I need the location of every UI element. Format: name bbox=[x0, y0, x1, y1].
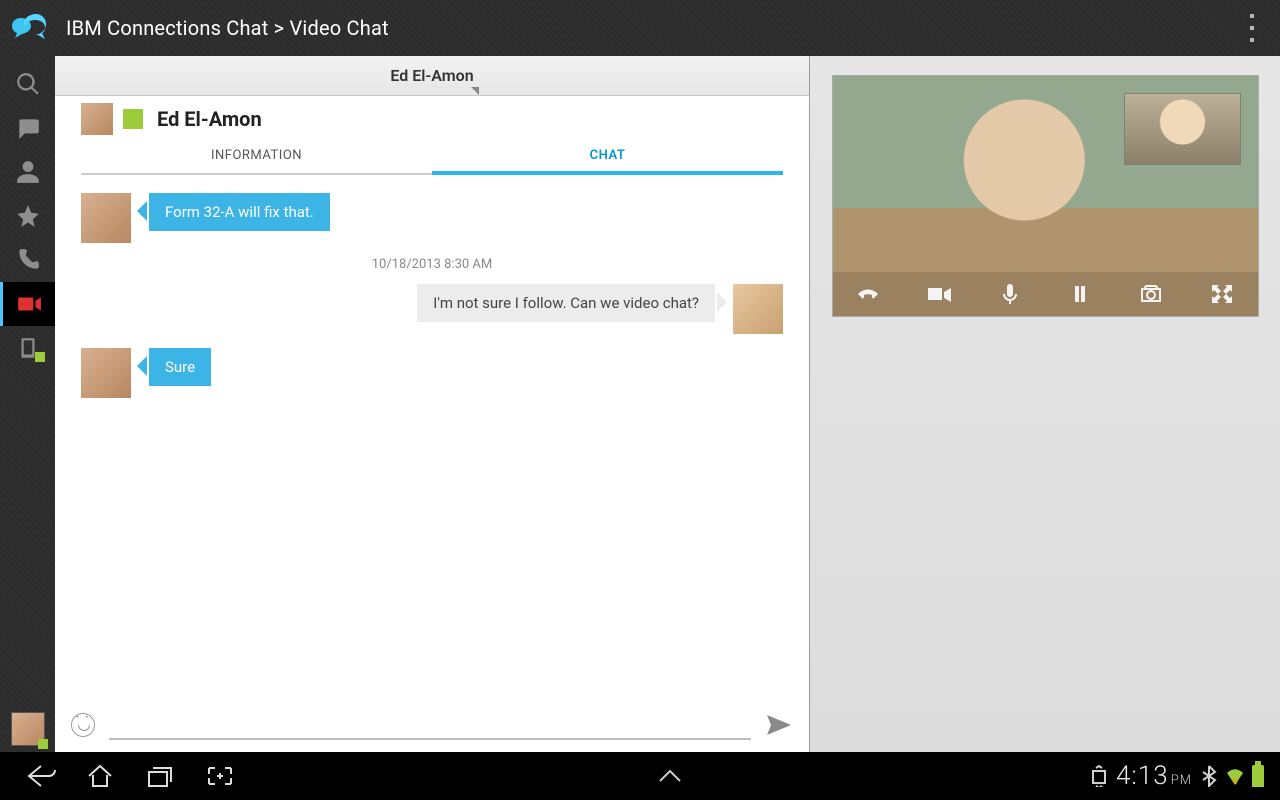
message-bubble: I'm not sure I follow. Can we video chat… bbox=[417, 284, 715, 322]
switch-camera-button[interactable] bbox=[1134, 279, 1168, 309]
android-nav-bar: 4:13PM bbox=[0, 752, 1280, 800]
video-main[interactable] bbox=[833, 76, 1258, 316]
presence-indicator bbox=[123, 109, 143, 129]
video-panel bbox=[810, 56, 1280, 752]
message-avatar[interactable] bbox=[81, 193, 131, 243]
tab-chat[interactable]: CHAT bbox=[432, 142, 783, 175]
chat-tabs: INFORMATION CHAT bbox=[81, 142, 783, 175]
battery-icon bbox=[1252, 765, 1264, 787]
sidebar-contacts[interactable] bbox=[0, 150, 55, 194]
dropdown-arrow-icon bbox=[471, 87, 479, 95]
home-button[interactable] bbox=[70, 752, 130, 800]
video-controls bbox=[833, 272, 1258, 316]
message-avatar[interactable] bbox=[733, 284, 783, 334]
message-row: I'm not sure I follow. Can we video chat… bbox=[81, 284, 783, 334]
overflow-menu-icon[interactable] bbox=[1242, 10, 1262, 46]
sidebar-self-avatar[interactable] bbox=[11, 712, 45, 746]
video-self-preview[interactable] bbox=[1125, 94, 1240, 164]
sidebar bbox=[0, 56, 55, 752]
pause-button[interactable] bbox=[1063, 279, 1097, 309]
message-input[interactable] bbox=[109, 710, 751, 740]
fullscreen-button[interactable] bbox=[1205, 279, 1239, 309]
chat-tab-header[interactable]: Ed El-Amon bbox=[55, 56, 809, 96]
app-logo-icon bbox=[12, 12, 52, 44]
message-input-bar bbox=[55, 702, 809, 752]
sidebar-video[interactable] bbox=[0, 282, 55, 326]
send-button[interactable] bbox=[765, 713, 793, 737]
message-row: Sure bbox=[81, 348, 783, 398]
status-clock: 4:13PM bbox=[1116, 761, 1192, 791]
contact-name: Ed El-Amon bbox=[157, 107, 262, 131]
tab-information[interactable]: INFORMATION bbox=[81, 142, 432, 175]
wifi-icon bbox=[1226, 765, 1244, 787]
message-row: Form 32-A will fix that. bbox=[81, 193, 783, 243]
app-bar: IBM Connections Chat > Video Chat bbox=[0, 0, 1280, 56]
chat-panel: Ed El-Amon Ed El-Amon INFORMATION CHAT F… bbox=[55, 56, 810, 752]
back-button[interactable] bbox=[10, 752, 70, 800]
camera-toggle-button[interactable] bbox=[922, 279, 956, 309]
sidebar-favorites[interactable] bbox=[0, 194, 55, 238]
message-bubble: Sure bbox=[149, 348, 211, 386]
sidebar-device[interactable] bbox=[0, 326, 55, 370]
emoji-picker-icon[interactable] bbox=[71, 713, 95, 737]
screenshot-button[interactable] bbox=[190, 752, 250, 800]
message-bubble: Form 32-A will fix that. bbox=[149, 193, 330, 231]
contact-header: Ed El-Amon bbox=[55, 96, 809, 142]
message-avatar[interactable] bbox=[81, 348, 131, 398]
contact-avatar[interactable] bbox=[81, 103, 113, 135]
hangup-button[interactable] bbox=[851, 279, 885, 309]
nav-expand[interactable] bbox=[250, 767, 1090, 785]
rotation-lock-icon bbox=[1090, 765, 1108, 787]
sidebar-calls[interactable] bbox=[0, 238, 55, 282]
chat-tab-title: Ed El-Amon bbox=[390, 66, 473, 85]
message-list: Form 32-A will fix that. 10/18/2013 8:30… bbox=[55, 175, 809, 702]
bluetooth-icon bbox=[1200, 765, 1218, 787]
message-timestamp: 10/18/2013 8:30 AM bbox=[81, 257, 783, 272]
mic-toggle-button[interactable] bbox=[993, 279, 1027, 309]
recent-apps-button[interactable] bbox=[130, 752, 190, 800]
app-title: IBM Connections Chat > Video Chat bbox=[66, 16, 389, 40]
sidebar-search[interactable] bbox=[0, 62, 55, 106]
status-area: 4:13PM bbox=[1090, 761, 1270, 791]
sidebar-chat[interactable] bbox=[0, 106, 55, 150]
